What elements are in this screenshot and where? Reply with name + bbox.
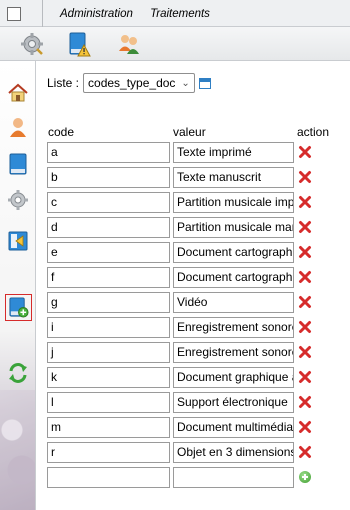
code-input[interactable]: l bbox=[47, 392, 170, 413]
delete-icon[interactable] bbox=[298, 195, 312, 209]
menu-item-administration[interactable]: Administration bbox=[60, 8, 133, 20]
delete-icon[interactable] bbox=[298, 245, 312, 259]
valeur-input[interactable]: Vidéo bbox=[173, 292, 294, 313]
home-icon[interactable] bbox=[7, 82, 29, 104]
delete-icon[interactable] bbox=[298, 220, 312, 234]
users-icon[interactable] bbox=[116, 31, 142, 57]
delete-icon[interactable] bbox=[298, 345, 312, 359]
valeur-input[interactable]: Document cartographique imprimé bbox=[173, 242, 294, 263]
code-input[interactable]: f bbox=[47, 267, 170, 288]
liste-selected-value: codes_type_doc bbox=[88, 76, 176, 90]
book-warning-icon[interactable] bbox=[66, 31, 92, 57]
delete-icon[interactable] bbox=[298, 295, 312, 309]
import-icon[interactable] bbox=[7, 230, 29, 252]
valeur-input[interactable]: Document graphique à 2 dimensions bbox=[173, 367, 294, 388]
code-input[interactable]: k bbox=[47, 367, 170, 388]
delete-icon[interactable] bbox=[298, 270, 312, 284]
new-valeur-input[interactable] bbox=[173, 467, 294, 488]
code-input[interactable]: i bbox=[47, 317, 170, 338]
delete-icon[interactable] bbox=[298, 445, 312, 459]
delete-icon[interactable] bbox=[298, 320, 312, 334]
delete-icon[interactable] bbox=[298, 420, 312, 434]
code-input[interactable]: r bbox=[47, 442, 170, 463]
new-code-input[interactable] bbox=[47, 467, 170, 488]
code-input[interactable]: e bbox=[47, 242, 170, 263]
column-header-action: action bbox=[297, 125, 330, 139]
menu-checkbox[interactable] bbox=[7, 7, 21, 21]
valeur-input[interactable]: Enregistrement sonore musical bbox=[173, 342, 294, 363]
gear-icon[interactable] bbox=[19, 31, 45, 57]
valeur-input[interactable]: Document cartographique manuscrit bbox=[173, 267, 294, 288]
code-input[interactable]: a bbox=[47, 142, 170, 163]
delete-icon[interactable] bbox=[298, 395, 312, 409]
top-menu: Administration Traitements bbox=[60, 8, 224, 20]
toolbar bbox=[0, 27, 350, 61]
menu-divider bbox=[42, 0, 43, 27]
code-input[interactable]: j bbox=[47, 342, 170, 363]
sidebar-decoration bbox=[0, 390, 35, 510]
valeur-input[interactable]: Texte manuscrit bbox=[173, 167, 294, 188]
column-header-valeur: valeur bbox=[173, 125, 206, 139]
main-panel: Liste : codes_type_doc ⌄ code valeur act… bbox=[35, 61, 350, 510]
code-input[interactable]: m bbox=[47, 417, 170, 438]
add-notice-icon bbox=[9, 297, 29, 318]
liste-label: Liste : bbox=[47, 76, 80, 90]
book-icon[interactable] bbox=[7, 153, 29, 175]
add-notice-button[interactable] bbox=[5, 294, 32, 321]
valeur-input[interactable]: Document multimédia bbox=[173, 417, 294, 438]
column-header-code: code bbox=[48, 125, 75, 139]
top-menu-bar: Administration Traitements bbox=[0, 0, 350, 27]
liste-select[interactable]: codes_type_doc ⌄ bbox=[83, 73, 195, 93]
menu-item-traitements[interactable]: Traitements bbox=[150, 8, 210, 20]
valeur-input[interactable]: Texte imprimé bbox=[173, 142, 294, 163]
user-icon[interactable] bbox=[7, 116, 29, 138]
valeur-input[interactable]: Enregistrement sonore non musical bbox=[173, 317, 294, 338]
delete-icon[interactable] bbox=[298, 170, 312, 184]
delete-icon[interactable] bbox=[298, 145, 312, 159]
valeur-input[interactable]: Partition musicale manuscrite bbox=[173, 217, 294, 238]
delete-icon[interactable] bbox=[298, 370, 312, 384]
valeur-input[interactable]: Objet en 3 dimensions bbox=[173, 442, 294, 463]
code-input[interactable]: c bbox=[47, 192, 170, 213]
valeur-input[interactable]: Support électronique bbox=[173, 392, 294, 413]
valeur-input[interactable]: Partition musicale imprimée bbox=[173, 192, 294, 213]
code-input[interactable]: b bbox=[47, 167, 170, 188]
liste-selector: Liste : codes_type_doc ⌄ bbox=[47, 73, 211, 93]
chevron-down-icon: ⌄ bbox=[181, 77, 190, 89]
refresh-icon[interactable] bbox=[7, 362, 29, 384]
gear-icon[interactable] bbox=[7, 189, 29, 211]
add-icon[interactable] bbox=[299, 471, 311, 483]
code-input[interactable]: d bbox=[47, 217, 170, 238]
code-input[interactable]: g bbox=[47, 292, 170, 313]
left-sidebar bbox=[0, 61, 35, 510]
popup-window-icon[interactable] bbox=[198, 77, 211, 89]
